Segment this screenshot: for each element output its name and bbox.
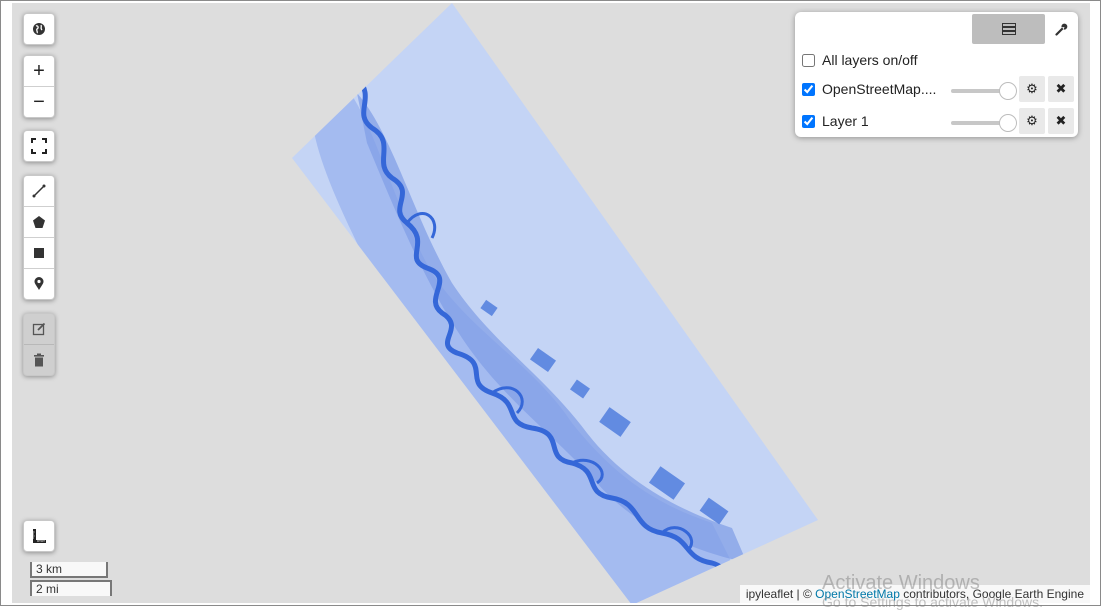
scale-bar-metric: 3 km — [30, 562, 108, 578]
globe-button[interactable] — [24, 14, 54, 44]
layers-tab-button[interactable] — [972, 14, 1045, 44]
zoom-out-button[interactable]: − — [24, 87, 54, 117]
layer-visibility-checkbox[interactable] — [802, 82, 815, 96]
layer-name: Layer 1 — [822, 113, 869, 129]
wrench-icon — [1054, 23, 1067, 36]
layer-name: OpenStreetMap.... — [822, 81, 937, 97]
measure-control — [23, 520, 55, 552]
layer-opacity-slider[interactable] — [951, 82, 1017, 100]
layer-visibility-checkbox[interactable] — [802, 114, 815, 128]
marker-icon — [34, 277, 44, 290]
zoom-in-button[interactable]: + — [24, 56, 54, 87]
server-icon — [1001, 23, 1016, 35]
trash-icon — [34, 353, 44, 367]
globe-icon — [33, 23, 45, 35]
gear-icon: ⚙ — [1026, 113, 1038, 128]
close-icon: ✖ — [1055, 81, 1067, 96]
draw-marker-button[interactable] — [24, 269, 54, 299]
draw-rectangle-button[interactable] — [24, 238, 54, 269]
draw-polyline-button[interactable] — [24, 176, 54, 207]
close-icon: ✖ — [1055, 113, 1067, 128]
draw-toolbar — [23, 175, 55, 300]
layer-remove-button[interactable]: ✖ — [1048, 76, 1074, 102]
scale-bar-imperial: 2 mi — [30, 580, 112, 596]
all-layers-label: All layers on/off — [822, 52, 918, 68]
slider-handle[interactable] — [999, 82, 1017, 100]
raster-footprint — [292, 3, 818, 603]
layer-settings-button[interactable]: ⚙ — [1019, 76, 1045, 102]
edit-toolbar — [23, 313, 55, 376]
settings-tab-button[interactable] — [1047, 14, 1075, 44]
layer-row: OpenStreetMap.... — [802, 81, 936, 97]
all-layers-checkbox[interactable] — [802, 53, 815, 67]
rectangle-icon — [34, 248, 44, 258]
layer-row: Layer 1 — [802, 113, 869, 129]
activate-windows-title: Activate Windows — [822, 572, 980, 594]
fullscreen-icon — [31, 138, 47, 154]
fullscreen-button[interactable] — [24, 131, 54, 161]
basemap-control — [23, 13, 55, 45]
measure-button[interactable] — [24, 521, 54, 551]
polygon-icon — [33, 216, 45, 228]
all-layers-row: All layers on/off — [802, 52, 917, 68]
zoom-control: + − — [23, 55, 55, 118]
layer-settings-button[interactable]: ⚙ — [1019, 108, 1045, 134]
polyline-icon — [32, 184, 46, 198]
ruler-icon — [33, 529, 46, 543]
attribution-prefix: ipyleaflet | © — [745, 587, 816, 601]
fullscreen-control — [23, 130, 55, 162]
layer-manager-panel: All layers on/off OpenStreetMap.... ⚙ ✖ … — [795, 12, 1078, 137]
activate-windows-subtitle: Go to Settings to activate Windows. — [822, 594, 1043, 610]
map-canvas[interactable]: + − All layers on/off OpenStreetMap.... … — [12, 3, 1090, 603]
layer-opacity-slider[interactable] — [951, 114, 1017, 132]
edit-icon — [32, 322, 46, 336]
draw-polygon-button[interactable] — [24, 207, 54, 238]
slider-handle[interactable] — [999, 114, 1017, 132]
edit-layers-button[interactable] — [24, 314, 54, 345]
delete-layers-button[interactable] — [24, 345, 54, 375]
layer-remove-button[interactable]: ✖ — [1048, 108, 1074, 134]
gear-icon: ⚙ — [1026, 81, 1038, 96]
